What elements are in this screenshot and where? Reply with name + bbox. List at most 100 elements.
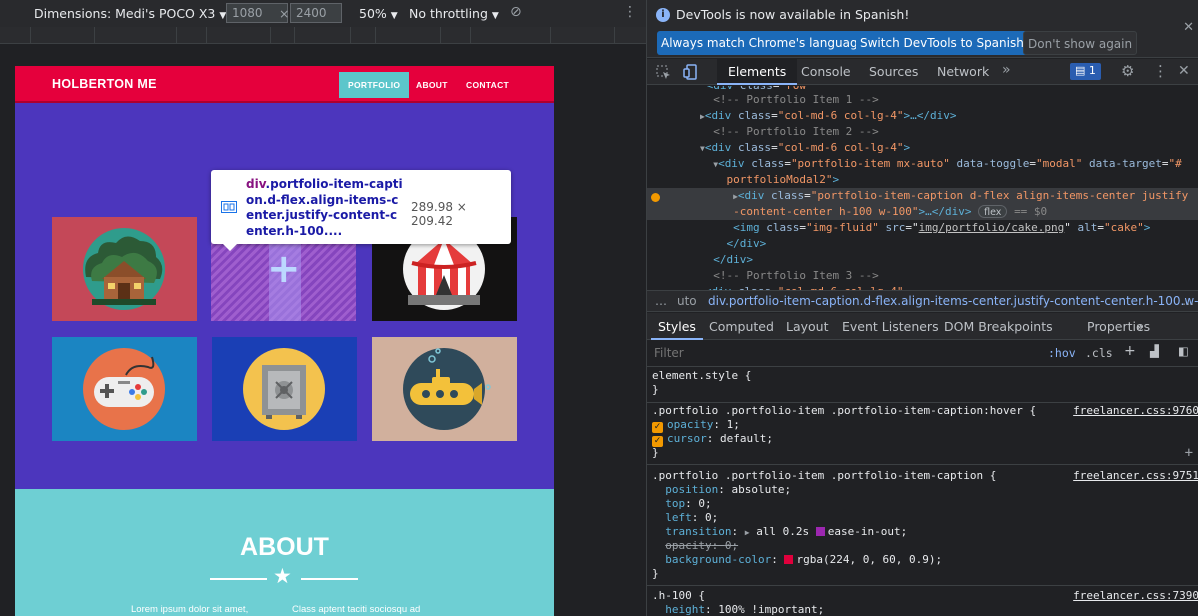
cls-toggle[interactable]: .cls	[1085, 346, 1113, 360]
about-text-left: Lorem ipsum dolor sit amet,	[131, 604, 249, 615]
flex-badge[interactable]: flex	[978, 205, 1008, 218]
issues-badge[interactable]: ▤ 1	[1070, 63, 1101, 80]
tab-elements[interactable]: Elements	[717, 59, 798, 85]
rule-element-style[interactable]: element.style { }	[647, 369, 1198, 403]
portfolio-item-safe[interactable]	[212, 337, 357, 441]
dom-node[interactable]: ▶<div class="col-md-6 col-lg-4">…</div>	[647, 108, 1198, 124]
rotate-icon[interactable]: ⊘	[510, 4, 522, 20]
rule-h-100[interactable]: .h-100 {freelancer.css:7390 height: 100%…	[647, 589, 1198, 616]
dom-node[interactable]: ▼<div class="portfolio-item mx-auto" dat…	[647, 156, 1198, 172]
dom-comment[interactable]: <!-- Portfolio Item 2 -->	[647, 124, 1198, 140]
dom-node-selected-cont[interactable]: -content-center h-100 w-100">…</div> fle…	[647, 204, 1198, 220]
add-property-icon[interactable]: +	[1185, 446, 1193, 460]
easing-editor-icon[interactable]	[815, 527, 825, 536]
breadcrumb-current[interactable]: div.portfolio-item-caption.d-flex.align-…	[708, 294, 1198, 308]
gear-icon[interactable]: ⚙	[1121, 62, 1134, 80]
zoom-label: 50%	[359, 6, 387, 21]
prop-value: 100% !important;	[718, 603, 825, 616]
rule-caption-hover[interactable]: .portfolio .portfolio-item .portfolio-it…	[647, 404, 1198, 465]
tab-dom-breakpoints[interactable]: DOM Breakpoints	[937, 313, 1060, 340]
dom-node[interactable]: <img class="img-fluid" src="img/portfoli…	[647, 220, 1198, 236]
chevron-down-icon: ▼	[491, 11, 499, 21]
dom-node-cont[interactable]: portfolioModal2">	[647, 172, 1198, 188]
dom-tree[interactable]: <div class="row" <!-- Portfolio Item 1 -…	[647, 86, 1198, 290]
star-icon: ★	[273, 564, 292, 588]
breadcrumb: … uto div.portfolio-item-caption.d-flex.…	[647, 290, 1198, 312]
issues-icon: ▤	[1075, 64, 1089, 77]
nav-contact[interactable]: CONTACT	[457, 72, 518, 98]
close-icon[interactable]: ✕	[1183, 20, 1194, 35]
throttle-select[interactable]: No throttling ▼	[409, 6, 499, 21]
media-query-ruler[interactable]	[0, 27, 646, 44]
close-icon[interactable]: ✕	[1178, 63, 1190, 79]
tab-sources[interactable]: Sources	[858, 59, 929, 85]
portfolio-item-game[interactable]	[52, 337, 197, 441]
site-navbar: HOLBERTON ME PORTFOLIO ABOUT CONTACT	[15, 66, 554, 103]
rule-selector: .portfolio .portfolio-item .portfolio-it…	[652, 404, 1037, 417]
issues-count: 1	[1088, 64, 1096, 77]
more-vert-icon[interactable]: ⋮	[1153, 62, 1168, 80]
prop-value: default;	[720, 432, 773, 445]
brand-logo[interactable]: HOLBERTON ME	[52, 77, 157, 91]
rule-source-link[interactable]: freelancer.css:7390	[1073, 589, 1198, 603]
rule-source-link[interactable]: freelancer.css:9751	[1073, 469, 1198, 483]
language-infobar: i DevTools is now available in Spanish! …	[647, 0, 1198, 58]
dom-comment[interactable]: <!-- Portfolio Item 3 -->	[647, 268, 1198, 284]
dom-node-close[interactable]: </div>	[647, 252, 1198, 268]
prop-value: ease-in-out;	[827, 525, 908, 538]
more-tabs-icon[interactable]: »	[1002, 62, 1011, 78]
chevron-down-icon: ▼	[390, 11, 398, 21]
info-icon: i	[656, 8, 670, 22]
tab-layout[interactable]: Layout	[779, 313, 836, 340]
submarine-icon	[403, 348, 491, 430]
color-swatch[interactable]	[784, 555, 794, 564]
portfolio-item-submarine[interactable]	[372, 337, 517, 441]
paint-icon[interactable]: ▟	[1150, 344, 1159, 358]
switch-language-button[interactable]: Switch DevTools to Spanish	[856, 31, 1028, 55]
dom-node[interactable]: ▼<div class="col-md-6 col-lg-4">	[647, 140, 1198, 156]
add-rule-icon[interactable]: +	[1124, 343, 1136, 359]
device-toolbar-icon[interactable]	[683, 64, 698, 80]
rule-selector: element.style {	[652, 369, 752, 382]
rule-caption[interactable]: .portfolio .portfolio-item .portfolio-it…	[647, 469, 1198, 586]
more-vert-icon[interactable]: ⋮	[623, 4, 637, 20]
dom-node-close[interactable]: </div>	[647, 236, 1198, 252]
nav-portfolio[interactable]: PORTFOLIO	[339, 72, 410, 98]
tooltip-size: 289.98 × 209.42	[411, 200, 467, 228]
prop-name: top	[665, 497, 686, 510]
prop-name: transition	[665, 525, 732, 538]
dont-show-button[interactable]: Don't show again	[1023, 31, 1138, 55]
breakpoint-dot	[651, 193, 660, 202]
tab-computed[interactable]: Computed	[702, 313, 781, 340]
prop-value: 0;	[705, 511, 719, 524]
more-horiz-icon[interactable]: …	[655, 294, 667, 308]
tab-console[interactable]: Console	[790, 59, 862, 85]
dom-comment[interactable]: <!-- Portfolio Item 1 -->	[647, 92, 1198, 108]
breadcrumb-prev[interactable]: uto	[677, 294, 697, 308]
dom-node-selected[interactable]: ▶<div class="portfolio-item-caption d-fl…	[647, 188, 1198, 204]
hov-toggle[interactable]: :hov	[1048, 346, 1076, 360]
nav-about[interactable]: ABOUT	[407, 72, 457, 98]
portfolio-item-cabin[interactable]	[52, 217, 197, 321]
prop-value: absolute;	[731, 483, 792, 496]
tab-event-listeners[interactable]: Event Listeners	[835, 313, 946, 340]
match-language-button[interactable]: Always match Chrome's language	[657, 31, 869, 55]
tab-network[interactable]: Network	[926, 59, 1000, 85]
tab-styles[interactable]: Styles	[651, 313, 703, 340]
filter-input[interactable]	[654, 346, 1034, 360]
device-select[interactable]: Dimensions: Medi's POCO X3 ▼	[34, 6, 226, 21]
height-input[interactable]	[290, 3, 342, 23]
inspect-element-icon[interactable]	[656, 65, 671, 80]
rule-source-link[interactable]: freelancer.css:9760	[1073, 404, 1198, 418]
sidebar-toggle-icon[interactable]: ◧	[1178, 344, 1189, 358]
device-label: Dimensions: Medi's POCO X3	[34, 6, 216, 21]
expand-icon[interactable]: ▶	[745, 528, 750, 537]
more-horiz-icon[interactable]: …	[1182, 294, 1194, 308]
about-section: ABOUT ★ Lorem ipsum dolor sit amet, Clas…	[15, 489, 554, 616]
more-tabs-icon[interactable]: »	[1129, 313, 1151, 340]
about-title: ABOUT	[240, 533, 329, 561]
zoom-select[interactable]: 50% ▼	[359, 6, 398, 21]
styles-pane: element.style { } .portfolio .portfolio-…	[647, 367, 1198, 616]
prop-name: cursor	[667, 432, 707, 445]
prop-value: all 0.2s	[756, 525, 810, 538]
